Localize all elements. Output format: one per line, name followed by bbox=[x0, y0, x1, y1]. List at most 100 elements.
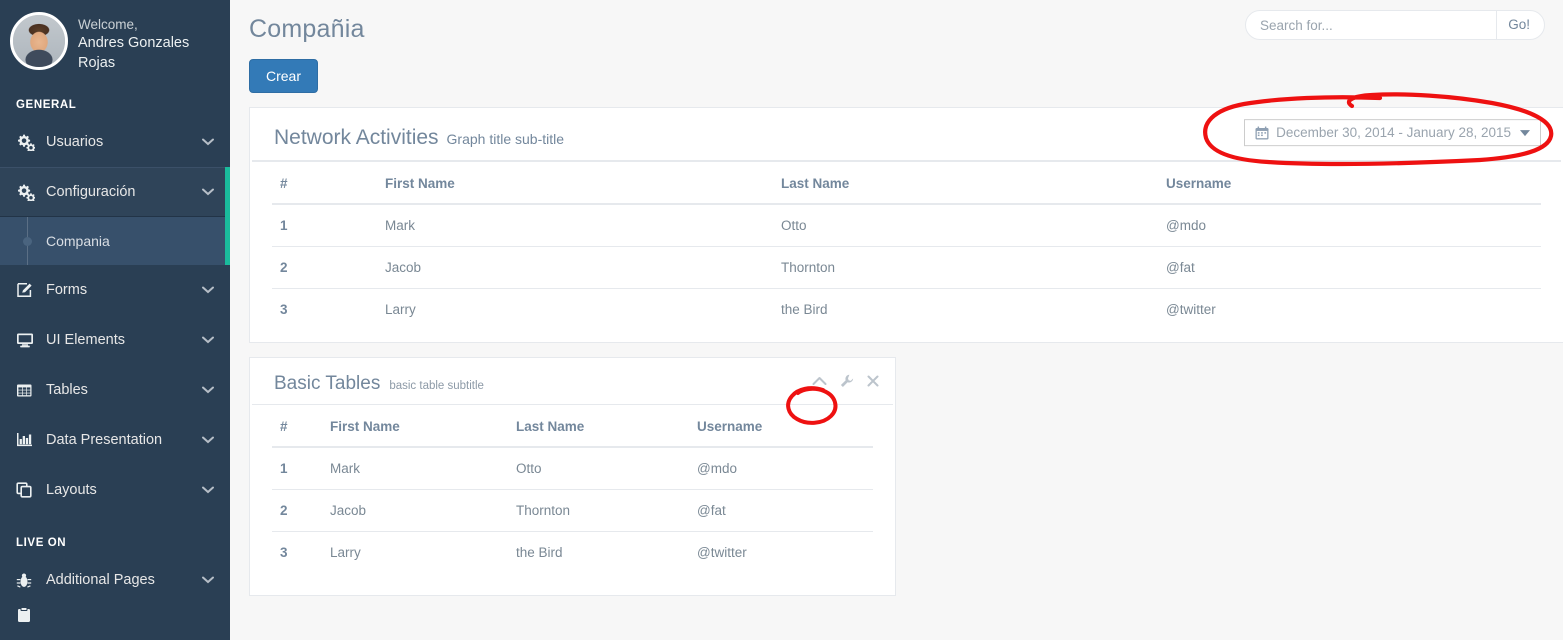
search-bar[interactable]: Go! bbox=[1245, 10, 1545, 40]
edit-square-icon bbox=[16, 281, 42, 299]
cell-first-name: Mark bbox=[377, 203, 773, 247]
cell-last-name: Otto bbox=[773, 203, 1158, 247]
sidebar-item-tables[interactable]: Tables bbox=[0, 365, 230, 415]
table-row: 1 Mark Otto @mdo bbox=[272, 203, 1541, 247]
sidebar-item-forms[interactable]: Forms bbox=[0, 265, 230, 315]
cell-index: 1 bbox=[272, 446, 322, 490]
close-icon[interactable] bbox=[867, 375, 879, 387]
app-root: Welcome, Andres Gonzales Rojas GENERAL U… bbox=[0, 0, 1563, 640]
create-button[interactable]: Crear bbox=[249, 59, 319, 93]
cell-index: 3 bbox=[272, 288, 377, 330]
sidebar-item-label: Additional Pages bbox=[46, 572, 155, 589]
panel-header: Basic Tables basic table subtitle bbox=[252, 358, 893, 405]
cell-last-name: the Bird bbox=[773, 288, 1158, 330]
cell-last-name: the Bird bbox=[508, 531, 689, 573]
profile-name: Andres Gonzales Rojas bbox=[78, 35, 190, 71]
chevron-down-icon bbox=[202, 386, 216, 394]
cell-first-name: Larry bbox=[322, 531, 508, 573]
table-row: 1 Mark Otto @mdo bbox=[272, 446, 873, 490]
sidebar-item-label: Configuración bbox=[46, 184, 136, 201]
sidebar-item-label: Tables bbox=[46, 382, 88, 399]
chevron-down-icon bbox=[202, 436, 216, 444]
cell-first-name: Larry bbox=[377, 288, 773, 330]
bar-chart-icon bbox=[16, 432, 42, 448]
panel-body: # First Name Last Name Username 1 Mark O… bbox=[250, 405, 895, 595]
sidebar-item-label: Layouts bbox=[46, 482, 97, 499]
chevron-down-icon bbox=[202, 286, 216, 294]
cell-last-name: Thornton bbox=[773, 246, 1158, 289]
sidebar-item-ui-elements[interactable]: UI Elements bbox=[0, 315, 230, 365]
sidebar-item-configuracion[interactable]: Configuración bbox=[0, 167, 230, 218]
search-go-button[interactable]: Go! bbox=[1496, 11, 1544, 39]
table-row: 3 Larry the Bird @twitter bbox=[272, 531, 873, 573]
cell-index: 1 bbox=[272, 203, 377, 247]
search-input[interactable] bbox=[1246, 17, 1497, 33]
cell-username: @fat bbox=[689, 489, 873, 532]
caret-down-icon bbox=[1520, 129, 1530, 136]
chevron-down-icon bbox=[202, 336, 216, 344]
chevron-down-icon bbox=[202, 486, 216, 494]
subitem-bullet-icon bbox=[16, 217, 40, 266]
panel-tools bbox=[812, 374, 879, 388]
sidebar-subitem-label: Compania bbox=[46, 233, 110, 250]
date-range-value: December 30, 2014 - January 28, 2015 bbox=[1276, 125, 1511, 141]
col-first-name: First Name bbox=[377, 162, 773, 205]
panel-title: Network Activities bbox=[274, 126, 439, 149]
chevron-down-icon bbox=[202, 188, 216, 196]
sidebar-item-label: Forms bbox=[46, 282, 88, 299]
col-username: Username bbox=[1158, 162, 1541, 205]
cell-username: @mdo bbox=[1158, 203, 1541, 247]
col-last-name: Last Name bbox=[773, 162, 1158, 205]
cell-username: @fat bbox=[1158, 246, 1541, 289]
cell-index: 2 bbox=[272, 246, 377, 289]
panel-subtitle: basic table subtitle bbox=[389, 380, 484, 392]
panel-title: Basic Tables bbox=[274, 373, 381, 394]
sidebar-subitem-compania[interactable]: Compania bbox=[0, 217, 230, 266]
sidebar-item-data-presentation[interactable]: Data Presentation bbox=[0, 415, 230, 465]
avatar[interactable] bbox=[10, 12, 68, 70]
table-header-row: # First Name Last Name Username bbox=[272, 162, 1541, 205]
chevron-down-icon bbox=[202, 576, 216, 584]
table-row: 2 Jacob Thornton @fat bbox=[272, 246, 1541, 289]
col-username: Username bbox=[689, 405, 873, 448]
cell-index: 2 bbox=[272, 489, 322, 532]
panel-basic-tables: Basic Tables basic table subtitle # Firs… bbox=[249, 357, 896, 596]
cell-last-name: Otto bbox=[508, 446, 689, 490]
bug-icon bbox=[16, 572, 42, 589]
sidebar-item-label: Data Presentation bbox=[46, 432, 163, 449]
cell-first-name: Jacob bbox=[377, 246, 773, 289]
sidebar-item-usuarios[interactable]: Usuarios bbox=[0, 117, 230, 167]
sidebar: Welcome, Andres Gonzales Rojas GENERAL U… bbox=[0, 0, 230, 640]
basic-table: # First Name Last Name Username 1 Mark O… bbox=[272, 405, 873, 573]
cell-last-name: Thornton bbox=[508, 489, 689, 532]
panel-subtitle: Graph title sub-title bbox=[446, 131, 565, 147]
sidebar-item-partial[interactable] bbox=[0, 605, 230, 625]
page-title: Compañia bbox=[249, 15, 365, 43]
table-grid-icon bbox=[16, 383, 42, 398]
panel-body: # First Name Last Name Username 1 Mark O… bbox=[250, 162, 1563, 342]
date-range-picker[interactable]: December 30, 2014 - January 28, 2015 bbox=[1244, 119, 1541, 147]
settings-wrench-icon[interactable] bbox=[840, 374, 854, 388]
clone-icon bbox=[16, 482, 42, 499]
sidebar-item-layouts[interactable]: Layouts bbox=[0, 465, 230, 515]
main-content: Compañia Go! Crear Network Activities Gr… bbox=[230, 0, 1563, 640]
calendar-icon bbox=[1255, 125, 1269, 140]
col-index: # bbox=[272, 405, 322, 448]
col-last-name: Last Name bbox=[508, 405, 689, 448]
desktop-icon bbox=[16, 332, 42, 349]
welcome-greeting: Welcome, bbox=[78, 17, 138, 32]
table-header-row: # First Name Last Name Username bbox=[272, 405, 873, 448]
gears-icon bbox=[16, 134, 42, 151]
sidebar-item-additional-pages[interactable]: Additional Pages bbox=[0, 555, 230, 605]
panel-header: Network Activities Graph title sub-title bbox=[252, 108, 1561, 162]
chevron-down-icon bbox=[202, 138, 216, 146]
collapse-icon[interactable] bbox=[812, 376, 827, 386]
panel-network-activities: Network Activities Graph title sub-title bbox=[249, 107, 1563, 343]
table-row: 2 Jacob Thornton @fat bbox=[272, 489, 873, 532]
gears-icon bbox=[16, 184, 42, 201]
sidebar-profile: Welcome, Andres Gonzales Rojas bbox=[0, 0, 230, 83]
sidebar-section-live-on: LIVE ON bbox=[16, 537, 67, 550]
network-activities-table: # First Name Last Name Username 1 Mark O… bbox=[272, 162, 1541, 330]
col-first-name: First Name bbox=[322, 405, 508, 448]
sidebar-section-general: GENERAL bbox=[16, 99, 77, 112]
